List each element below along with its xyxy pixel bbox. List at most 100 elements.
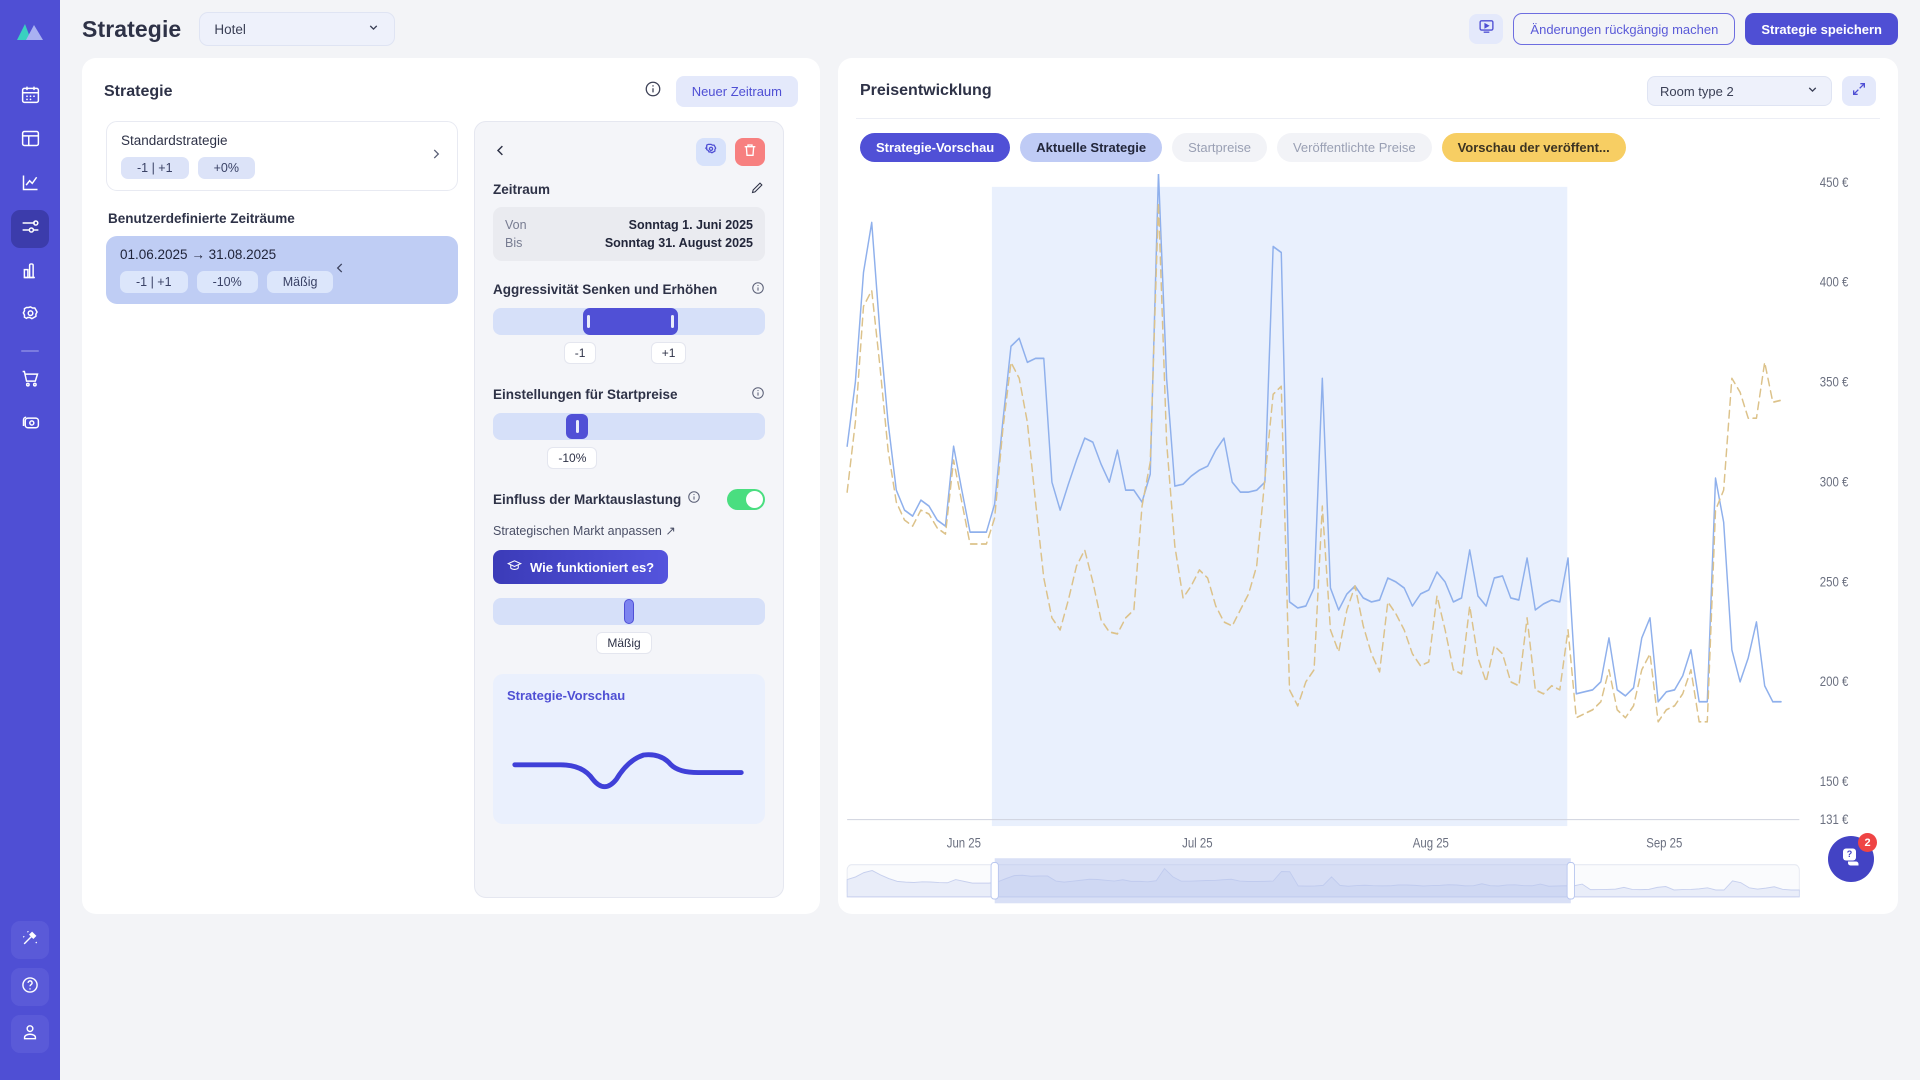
info-circle-icon[interactable] — [644, 80, 662, 103]
zeitraum-label-text: Zeitraum — [493, 181, 551, 197]
sidebar-item-analytics[interactable] — [11, 166, 49, 204]
market-influence-toggle[interactable] — [727, 489, 765, 510]
sidebar-bottom-group — [11, 921, 49, 1062]
startprices-value-row: -10% — [493, 447, 765, 471]
tab-aktuelle-strategie[interactable]: Aktuelle Strategie — [1020, 133, 1163, 162]
save-strategy-button[interactable]: Strategie speichern — [1745, 13, 1898, 45]
svg-text:300 €: 300 € — [1820, 475, 1849, 490]
sidebar-item-billing[interactable] — [11, 406, 49, 444]
adjust-market-link[interactable]: Strategischen Markt anpassen ↗ — [493, 523, 765, 538]
tab-startpreise[interactable]: Startpreise — [1172, 133, 1267, 162]
info-circle-icon[interactable] — [751, 281, 765, 298]
default-strategy-card[interactable]: Standardstrategie -1 | +1 +0% — [106, 121, 458, 191]
sidebar-item-reports[interactable] — [11, 254, 49, 292]
app-root: Strategie Hotel Änderungen rückgängig ma… — [0, 0, 1920, 1080]
strategy-list: Standardstrategie -1 | +1 +0% Benutzerde… — [98, 121, 466, 898]
market-level-value-row: Mäßig — [493, 632, 765, 656]
chart-canvas[interactable]: 450 € 400 € 350 € 300 € 250 € 200 € 150 € 131 €… — [838, 168, 1898, 914]
sidebar-item-help[interactable] — [11, 968, 49, 1006]
startprices-slider-thumb[interactable] — [566, 414, 589, 439]
money-card-icon — [20, 412, 41, 438]
expand-chart-button[interactable] — [1842, 76, 1876, 106]
expand-arrows-icon — [1851, 81, 1867, 102]
chip-aggressivity: -1 | +1 — [121, 157, 189, 179]
custom-period-row[interactable]: 01.06.2025 → 31.08.2025 -1 | +1 -10% Mäß… — [106, 236, 458, 304]
gear-icon — [703, 142, 719, 163]
video-tutorial-button[interactable] — [1469, 14, 1504, 44]
chevron-left-icon — [333, 261, 347, 279]
topbar: Strategie Hotel Änderungen rückgängig ma… — [60, 0, 1920, 58]
tab-veroeffentlichte-preise[interactable]: Veröffentlichte Preise — [1276, 133, 1432, 162]
market-level-slider[interactable] — [493, 598, 765, 625]
svg-text:Sep 25: Sep 25 — [1646, 836, 1682, 851]
sidebar-item-cart[interactable] — [11, 362, 49, 400]
aggressivity-slider[interactable] — [493, 308, 765, 335]
period-delete-button[interactable] — [735, 138, 765, 166]
startprices-label: Einstellungen für Startpreise — [493, 386, 765, 403]
toggle-knob — [746, 491, 763, 508]
strategy-panel: Strategie Neuer Zeitraum Standardstrateg… — [82, 58, 820, 914]
tab-vorschau-veroeffentlichte[interactable]: Vorschau der veröffent... — [1441, 133, 1626, 162]
info-circle-icon[interactable] — [751, 386, 765, 403]
startprices-label-text: Einstellungen für Startpreise — [493, 387, 678, 402]
startprices-slider[interactable] — [493, 413, 765, 440]
market-level-slider-thumb[interactable] — [623, 599, 634, 624]
pencil-edit-icon[interactable] — [750, 180, 765, 198]
svg-text:Jul 25: Jul 25 — [1182, 836, 1213, 851]
svg-text:Jun 25: Jun 25 — [947, 836, 981, 851]
chip-startprice: +0% — [197, 157, 255, 179]
mountain-logo-icon[interactable] — [13, 14, 47, 48]
sidebar-item-strategy[interactable] — [11, 210, 49, 248]
sliders-icon — [20, 216, 41, 242]
period-detail-panel: Zeitraum Von Sonntag 1. Juni 2025 Bis So… — [474, 121, 784, 898]
market-influence-label: Einfluss der Marktauslastung — [493, 492, 682, 507]
strategy-preview-title: Strategie-Vorschau — [507, 688, 626, 703]
how-it-works-label: Wie funktioniert es? — [530, 559, 655, 575]
period-settings-button[interactable] — [696, 138, 726, 166]
price-chart-panel: Preisentwicklung Room type 2 Strategie-V… — [838, 58, 1898, 914]
detail-panel-header — [493, 138, 765, 166]
sidebar-item-settings[interactable] — [11, 298, 49, 336]
help-chat-button[interactable]: ? 2 — [1828, 833, 1877, 882]
analytics-bars-icon — [20, 260, 41, 286]
tab-strategie-vorschau[interactable]: Strategie-Vorschau — [860, 133, 1011, 162]
chip-startprice: -10% — [196, 271, 258, 293]
startprices-value: -10% — [547, 447, 598, 469]
how-it-works-button[interactable]: Wie funktioniert es? — [493, 550, 669, 584]
hotel-select[interactable]: Hotel — [199, 12, 396, 46]
room-type-select[interactable]: Room type 2 — [1647, 76, 1832, 106]
sidebar-item-calendar[interactable] — [11, 78, 49, 116]
zeitraum-von-row: Von Sonntag 1. Juni 2025 — [505, 216, 753, 234]
content-area: Strategie Neuer Zeitraum Standardstrateg… — [60, 58, 1920, 1080]
zeitraum-bis-row: Bis Sonntag 31. August 2025 — [505, 234, 753, 252]
aggressivity-slider-range[interactable] — [582, 308, 678, 335]
chevron-right-icon — [429, 147, 443, 165]
sidebar-item-profile[interactable] — [11, 1015, 49, 1053]
video-tutorial-icon — [1478, 18, 1495, 40]
aggressivity-label-text: Aggressivität Senken und Erhöhen — [493, 282, 718, 297]
detail-back-button[interactable] — [493, 143, 508, 162]
custom-period-chips: -1 | +1 -10% Mäßig — [120, 271, 334, 293]
help-chat-icon: ? — [1839, 845, 1863, 874]
trash-icon — [742, 142, 758, 163]
line-chart-icon — [20, 172, 41, 198]
chip-aggressivity: -1 | +1 — [120, 271, 188, 293]
default-strategy-name: Standardstrategie — [121, 133, 228, 148]
info-circle-icon[interactable] — [687, 490, 701, 509]
svg-text:250 €: 250 € — [1820, 574, 1849, 589]
room-type-value: Room type 2 — [1660, 83, 1734, 99]
chevron-down-icon — [367, 21, 380, 37]
aggressivity-min-value: -1 — [563, 342, 597, 364]
user-profile-icon — [20, 1022, 40, 1047]
sidebar — [0, 0, 60, 1080]
new-period-button[interactable]: Neuer Zeitraum — [675, 76, 798, 107]
strategy-panel-title: Strategie — [104, 82, 173, 100]
default-strategy-chips: -1 | +1 +0% — [121, 157, 429, 179]
sidebar-item-dashboard[interactable] — [11, 122, 49, 160]
slider-grip-left — [586, 315, 590, 328]
sidebar-item-magic[interactable] — [11, 921, 49, 959]
von-value: Sonntag 1. Juni 2025 — [628, 218, 753, 232]
slider-grip — [575, 420, 579, 433]
undo-changes-button[interactable]: Änderungen rückgängig machen — [1513, 13, 1736, 45]
chart-panel-title: Preisentwicklung — [860, 82, 992, 99]
